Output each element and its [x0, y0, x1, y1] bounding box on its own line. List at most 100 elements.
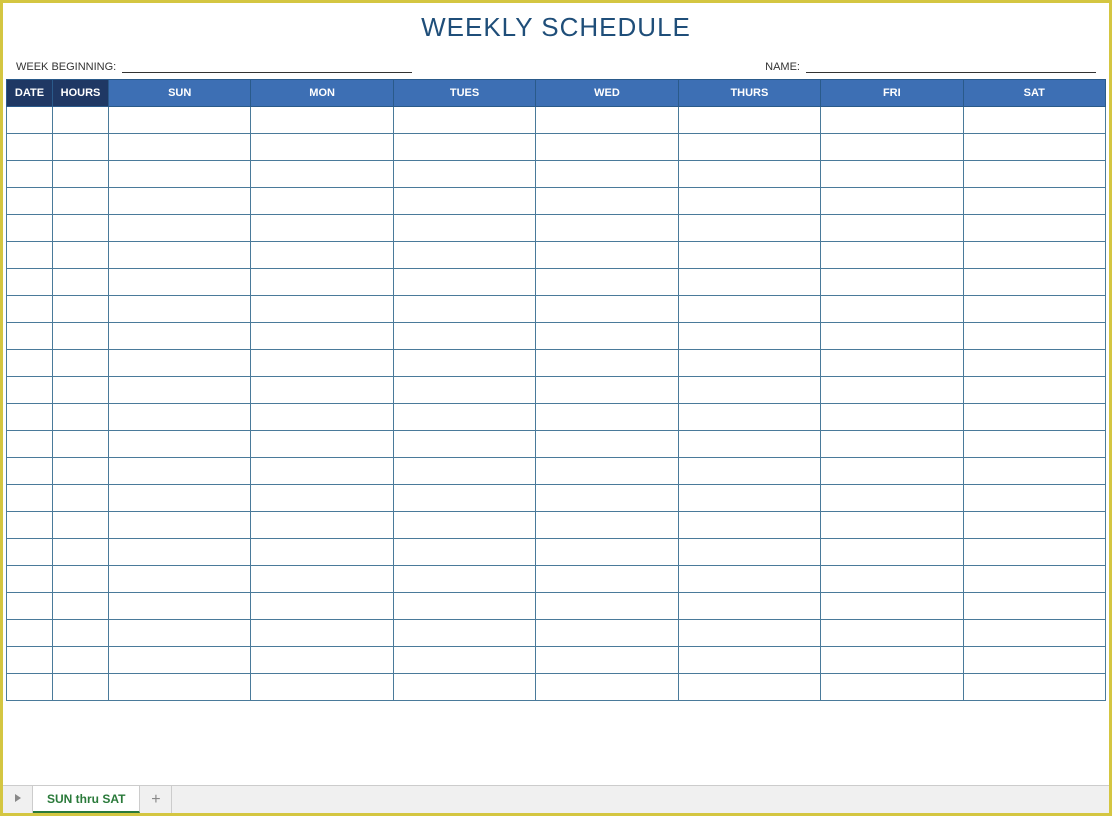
table-cell[interactable]	[536, 107, 678, 134]
table-cell[interactable]	[109, 458, 251, 485]
name-input[interactable]	[806, 59, 1096, 73]
table-cell[interactable]	[109, 647, 251, 674]
table-cell[interactable]	[963, 107, 1105, 134]
table-cell[interactable]	[678, 647, 820, 674]
table-cell[interactable]	[393, 134, 535, 161]
table-cell[interactable]	[963, 539, 1105, 566]
table-cell[interactable]	[821, 512, 963, 539]
table-cell[interactable]	[109, 593, 251, 620]
table-cell[interactable]	[536, 350, 678, 377]
table-cell[interactable]	[963, 566, 1105, 593]
table-cell[interactable]	[251, 296, 393, 323]
table-cell[interactable]	[393, 458, 535, 485]
table-cell[interactable]	[7, 350, 53, 377]
table-cell[interactable]	[109, 296, 251, 323]
table-cell[interactable]	[821, 188, 963, 215]
table-cell[interactable]	[393, 107, 535, 134]
table-cell[interactable]	[109, 674, 251, 701]
table-cell[interactable]	[7, 323, 53, 350]
table-cell[interactable]	[536, 188, 678, 215]
table-cell[interactable]	[821, 458, 963, 485]
table-cell[interactable]	[251, 539, 393, 566]
table-cell[interactable]	[109, 242, 251, 269]
table-cell[interactable]	[393, 323, 535, 350]
table-cell[interactable]	[393, 296, 535, 323]
table-cell[interactable]	[109, 269, 251, 296]
table-cell[interactable]	[821, 161, 963, 188]
table-cell[interactable]	[821, 296, 963, 323]
table-cell[interactable]	[963, 620, 1105, 647]
tab-add-button[interactable]: +	[140, 786, 172, 813]
table-cell[interactable]	[678, 512, 820, 539]
table-cell[interactable]	[678, 620, 820, 647]
table-cell[interactable]	[109, 566, 251, 593]
table-cell[interactable]	[53, 593, 109, 620]
table-cell[interactable]	[821, 431, 963, 458]
table-cell[interactable]	[53, 404, 109, 431]
table-cell[interactable]	[251, 458, 393, 485]
table-cell[interactable]	[821, 647, 963, 674]
table-cell[interactable]	[7, 647, 53, 674]
table-cell[interactable]	[536, 296, 678, 323]
table-cell[interactable]	[678, 674, 820, 701]
table-cell[interactable]	[251, 377, 393, 404]
table-cell[interactable]	[678, 242, 820, 269]
table-cell[interactable]	[7, 377, 53, 404]
table-cell[interactable]	[251, 593, 393, 620]
table-cell[interactable]	[536, 377, 678, 404]
table-cell[interactable]	[963, 188, 1105, 215]
table-cell[interactable]	[536, 593, 678, 620]
table-cell[interactable]	[821, 377, 963, 404]
table-cell[interactable]	[53, 647, 109, 674]
table-cell[interactable]	[821, 620, 963, 647]
table-cell[interactable]	[536, 431, 678, 458]
table-cell[interactable]	[821, 404, 963, 431]
table-cell[interactable]	[536, 539, 678, 566]
table-cell[interactable]	[53, 566, 109, 593]
tab-sun-thru-sat[interactable]: SUN thru SAT	[33, 786, 140, 813]
table-cell[interactable]	[53, 674, 109, 701]
table-cell[interactable]	[678, 593, 820, 620]
table-cell[interactable]	[109, 188, 251, 215]
table-cell[interactable]	[53, 215, 109, 242]
table-cell[interactable]	[251, 485, 393, 512]
table-cell[interactable]	[821, 350, 963, 377]
table-cell[interactable]	[7, 161, 53, 188]
table-cell[interactable]	[678, 161, 820, 188]
table-cell[interactable]	[536, 323, 678, 350]
table-cell[interactable]	[963, 242, 1105, 269]
table-cell[interactable]	[7, 566, 53, 593]
table-cell[interactable]	[7, 188, 53, 215]
table-cell[interactable]	[53, 323, 109, 350]
table-cell[interactable]	[7, 134, 53, 161]
table-cell[interactable]	[7, 593, 53, 620]
table-cell[interactable]	[7, 215, 53, 242]
table-cell[interactable]	[821, 539, 963, 566]
table-cell[interactable]	[7, 512, 53, 539]
table-cell[interactable]	[536, 458, 678, 485]
table-cell[interactable]	[251, 242, 393, 269]
table-cell[interactable]	[109, 404, 251, 431]
table-cell[interactable]	[821, 674, 963, 701]
table-cell[interactable]	[393, 215, 535, 242]
table-cell[interactable]	[53, 188, 109, 215]
table-cell[interactable]	[393, 485, 535, 512]
table-cell[interactable]	[109, 323, 251, 350]
table-cell[interactable]	[109, 107, 251, 134]
table-cell[interactable]	[7, 485, 53, 512]
table-cell[interactable]	[678, 296, 820, 323]
table-cell[interactable]	[393, 620, 535, 647]
table-cell[interactable]	[393, 377, 535, 404]
table-cell[interactable]	[393, 512, 535, 539]
table-cell[interactable]	[678, 188, 820, 215]
table-cell[interactable]	[963, 296, 1105, 323]
table-cell[interactable]	[53, 485, 109, 512]
table-cell[interactable]	[251, 512, 393, 539]
table-cell[interactable]	[53, 377, 109, 404]
table-cell[interactable]	[821, 593, 963, 620]
table-cell[interactable]	[821, 323, 963, 350]
table-cell[interactable]	[963, 377, 1105, 404]
table-cell[interactable]	[251, 134, 393, 161]
table-cell[interactable]	[53, 107, 109, 134]
table-cell[interactable]	[109, 539, 251, 566]
